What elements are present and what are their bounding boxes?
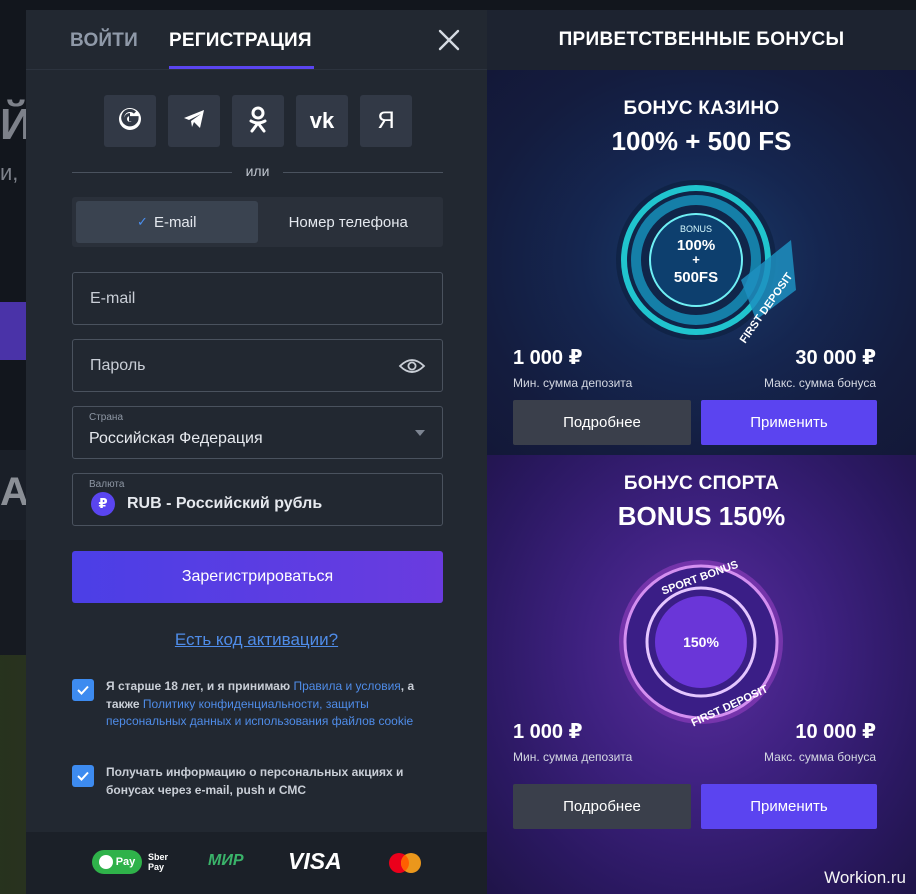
casino-apply-button[interactable]: Применить bbox=[701, 400, 877, 445]
welcome-bonuses-panel: ПРИВЕТСТВЕННЫЕ БОНУСЫ БОНУС КАЗИНО 100% … bbox=[487, 10, 916, 894]
sberpay-logo: Pay Sber Pay bbox=[92, 850, 168, 874]
sberpay-label: Pay bbox=[148, 862, 165, 872]
mastercard-logo bbox=[388, 852, 422, 879]
casino-min-amount: 1 000 ₽ bbox=[513, 347, 583, 369]
email-field[interactable]: E-mail bbox=[72, 272, 443, 325]
odnoklassniki-login-button[interactable] bbox=[232, 95, 284, 147]
check-icon bbox=[77, 685, 89, 695]
odnoklassniki-icon bbox=[247, 105, 269, 138]
telegram-icon bbox=[181, 106, 207, 137]
registration-method-switch: ✓ E-mail Номер телефона bbox=[72, 197, 443, 247]
casino-max-amount: 30 000 ₽ bbox=[795, 347, 876, 369]
vk-icon: vk bbox=[309, 108, 335, 133]
casino-bonus-card: БОНУС КАЗИНО 100% + 500 FS BONUS 100% + … bbox=[487, 70, 916, 455]
sport-bonus-badge: 150% SPORT BONUS FIRST DEPOSIT bbox=[619, 559, 783, 729]
registration-modal: ВОЙТИ РЕГИСТРАЦИЯ vk Я или ✓ E-mail Номе… bbox=[26, 10, 916, 894]
email-placeholder: E-mail bbox=[90, 290, 136, 307]
active-tab-indicator bbox=[169, 66, 314, 69]
or-divider: или bbox=[72, 163, 443, 183]
country-select[interactable]: Страна Российская Федерация bbox=[72, 406, 443, 459]
privacy-policy-link[interactable]: Политику конфиденциальности, защиты перс… bbox=[106, 697, 413, 729]
sport-apply-button[interactable]: Применить bbox=[701, 784, 877, 829]
method-email-option[interactable]: ✓ E-mail bbox=[76, 201, 258, 243]
ruble-icon: ₽ bbox=[91, 492, 115, 516]
tab-login[interactable]: ВОЙТИ bbox=[70, 30, 138, 52]
watermark: Workion.ru bbox=[824, 868, 906, 887]
eye-icon[interactable] bbox=[398, 357, 426, 380]
sberpay-pay-text: Pay bbox=[115, 856, 136, 868]
age-terms-checkbox[interactable] bbox=[72, 679, 94, 701]
sport-bonus-card: БОНУС СПОРТА BONUS 150% 150% SPORT BONUS… bbox=[487, 455, 916, 894]
password-field[interactable]: Пароль bbox=[72, 339, 443, 392]
casino-badge-line3: 500FS bbox=[674, 269, 718, 286]
sport-bonus-subtitle: BONUS 150% bbox=[617, 501, 786, 531]
casino-badge-top: BONUS bbox=[680, 224, 712, 234]
check-icon bbox=[77, 771, 89, 781]
bonuses-header: ПРИВЕТСТВЕННЫЕ БОНУСЫ bbox=[487, 10, 916, 70]
sport-bonus-title: БОНУС СПОРТА bbox=[623, 473, 780, 494]
sport-min-label: Мин. сумма депозита bbox=[513, 750, 633, 764]
bg-heading: А bbox=[0, 470, 29, 514]
age-terms-text: Я старше 18 лет, и я принимаю Правила и … bbox=[106, 678, 446, 731]
sport-badge-center: 150% bbox=[683, 634, 719, 650]
check-icon: ✓ bbox=[137, 214, 148, 229]
sport-max-amount: 10 000 ₽ bbox=[795, 721, 876, 743]
vk-login-button[interactable]: vk bbox=[296, 95, 348, 147]
terms-link[interactable]: Правила и условия bbox=[293, 679, 400, 693]
currency-select[interactable]: Валюта ₽ RUB - Российский рубль bbox=[72, 473, 443, 526]
registration-panel: ВОЙТИ РЕГИСТРАЦИЯ vk Я или ✓ E-mail Номе… bbox=[26, 10, 487, 894]
currency-label: Валюта bbox=[89, 479, 125, 490]
tab-register[interactable]: РЕГИСТРАЦИЯ bbox=[169, 30, 312, 52]
marketing-consent-text: Получать информацию о персональных акция… bbox=[106, 765, 404, 797]
google-icon bbox=[117, 106, 143, 137]
close-icon[interactable] bbox=[437, 28, 461, 52]
country-label: Страна bbox=[89, 412, 124, 423]
casino-max-label: Макс. сумма бонуса bbox=[764, 376, 876, 390]
chevron-down-icon bbox=[415, 430, 425, 436]
telegram-login-button[interactable] bbox=[168, 95, 220, 147]
password-placeholder: Пароль bbox=[90, 357, 146, 374]
sberpay-check-icon bbox=[98, 855, 113, 869]
method-phone-option[interactable]: Номер телефона bbox=[258, 201, 440, 243]
casino-details-button[interactable]: Подробнее bbox=[513, 400, 691, 445]
yandex-login-button[interactable]: Я bbox=[360, 95, 412, 147]
currency-value: RUB - Российский рубль bbox=[127, 495, 323, 512]
sport-min-amount: 1 000 ₽ bbox=[513, 721, 583, 743]
auth-tabs: ВОЙТИ РЕГИСТРАЦИЯ bbox=[26, 10, 487, 70]
casino-bonus-subtitle: 100% + 500 FS bbox=[611, 126, 792, 156]
sport-max-label: Макс. сумма бонуса bbox=[764, 750, 876, 764]
activation-code-link[interactable]: Есть код активации? bbox=[26, 630, 487, 650]
sberpay-label: Sber bbox=[148, 852, 169, 862]
or-label: или bbox=[245, 163, 270, 179]
casino-bonus-badge: BONUS 100% + 500FS FIRST DEPOSIT bbox=[616, 180, 796, 346]
payment-methods: Pay Sber Pay МИР VISA bbox=[26, 832, 487, 894]
casino-min-label: Мин. сумма депозита bbox=[513, 376, 633, 390]
register-button[interactable]: Зарегистрироваться bbox=[72, 551, 443, 603]
sport-details-button[interactable]: Подробнее bbox=[513, 784, 691, 829]
consent-text: Я старше 18 лет, и я принимаю bbox=[106, 679, 294, 693]
yandex-icon: Я bbox=[377, 107, 395, 134]
divider-line bbox=[283, 172, 443, 173]
method-email-label: E-mail bbox=[153, 213, 197, 231]
casino-badge-line2: + bbox=[692, 252, 700, 267]
casino-bonus-title: БОНУС КАЗИНО bbox=[623, 98, 780, 119]
visa-logo: VISA bbox=[288, 848, 342, 874]
bg-text: и, bbox=[0, 160, 19, 185]
google-login-button[interactable] bbox=[104, 95, 156, 147]
marketing-consent-checkbox[interactable] bbox=[72, 765, 94, 787]
social-login-buttons: vk Я bbox=[104, 95, 412, 147]
mir-logo: МИР bbox=[208, 852, 244, 869]
country-value: Российская Федерация bbox=[89, 430, 263, 447]
method-phone-label: Номер телефона bbox=[288, 213, 408, 231]
